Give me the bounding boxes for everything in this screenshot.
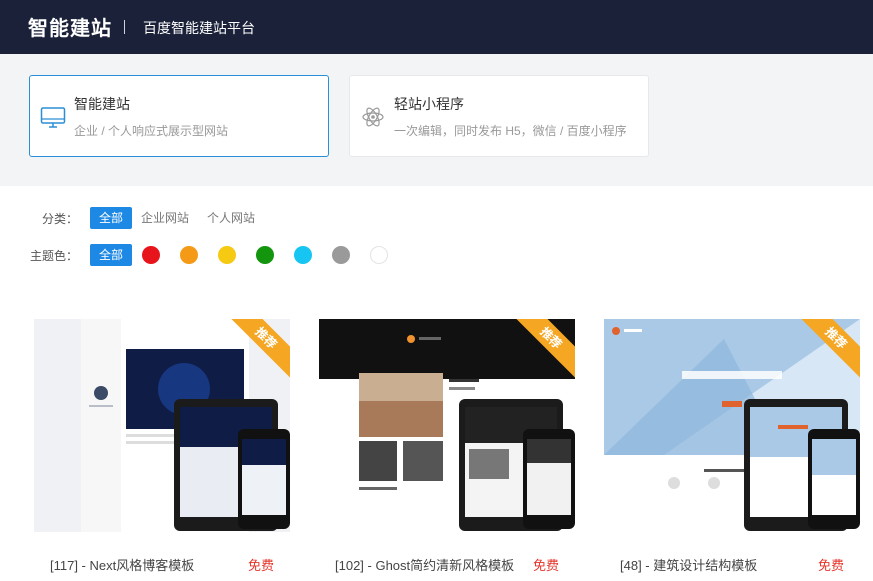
color-filter-label: 主题色： [29, 249, 78, 263]
template-name[interactable]: [102] - Ghost简约清新风格模板 [335, 555, 514, 574]
template-thumbnail: 推荐 [604, 319, 860, 532]
color-all[interactable]: 全部 [90, 244, 133, 266]
color-swatch-gray[interactable] [332, 246, 350, 264]
product-card-mini-program[interactable]: 轻站小程序 一次编辑，同时发布 H5，微信 / 百度小程序 [349, 75, 649, 157]
product-desc: 企业 / 个人响应式展示型网站 [74, 124, 229, 138]
category-filter-label: 分类： [41, 212, 78, 226]
product-title: 轻站小程序 [394, 96, 464, 112]
template-name[interactable]: [48] - 建筑设计结构模板 [620, 555, 757, 574]
template-preview-image [319, 319, 575, 532]
template-thumbnail: 推荐 [319, 319, 575, 532]
color-swatch-red[interactable] [142, 246, 160, 264]
top-header: 智能建站 百度智能建站平台 [0, 0, 873, 54]
template-preview-image [604, 319, 860, 532]
product-desc: 一次编辑，同时发布 H5，微信 / 百度小程序 [394, 124, 627, 138]
color-swatch-cyan[interactable] [294, 246, 312, 264]
template-thumbnail: 推荐 [34, 319, 290, 532]
template-card[interactable]: 推荐 [102] - Ghost简约清新风格模板 免费 [319, 319, 575, 581]
product-band: 智能建站 企业 / 个人响应式展示型网站 轻站小程序 一次编辑，同时发布 H5，… [0, 54, 873, 186]
color-swatch-yellow[interactable] [218, 246, 236, 264]
atom-icon [362, 107, 384, 127]
product-title: 智能建站 [74, 96, 130, 112]
product-card-smart-site[interactable]: 智能建站 企业 / 个人响应式展示型网站 [29, 75, 329, 157]
header-subtitle: 百度智能建站平台 [143, 20, 255, 36]
template-price: 免费 [817, 558, 844, 573]
template-card[interactable]: 推荐 [48] - 建筑设计结构模板 免费 [604, 319, 860, 581]
template-name[interactable]: [117] - Next风格博客模板 [50, 555, 194, 574]
category-personal[interactable]: 个人网站 [198, 207, 264, 229]
header-divider [124, 20, 125, 34]
monitor-icon [40, 107, 66, 128]
color-swatch-green[interactable] [256, 246, 274, 264]
template-preview-image [34, 319, 290, 532]
color-swatch-orange[interactable] [180, 246, 198, 264]
category-all[interactable]: 全部 [90, 207, 133, 229]
template-card[interactable]: 推荐 [117] - Next风格博客模板 免费 [34, 319, 290, 581]
category-enterprise[interactable]: 企业网站 [132, 207, 198, 229]
template-price: 免费 [247, 558, 274, 573]
template-price: 免费 [532, 558, 559, 573]
logo[interactable]: 智能建站 [28, 12, 112, 41]
color-swatch-white[interactable] [370, 246, 388, 264]
